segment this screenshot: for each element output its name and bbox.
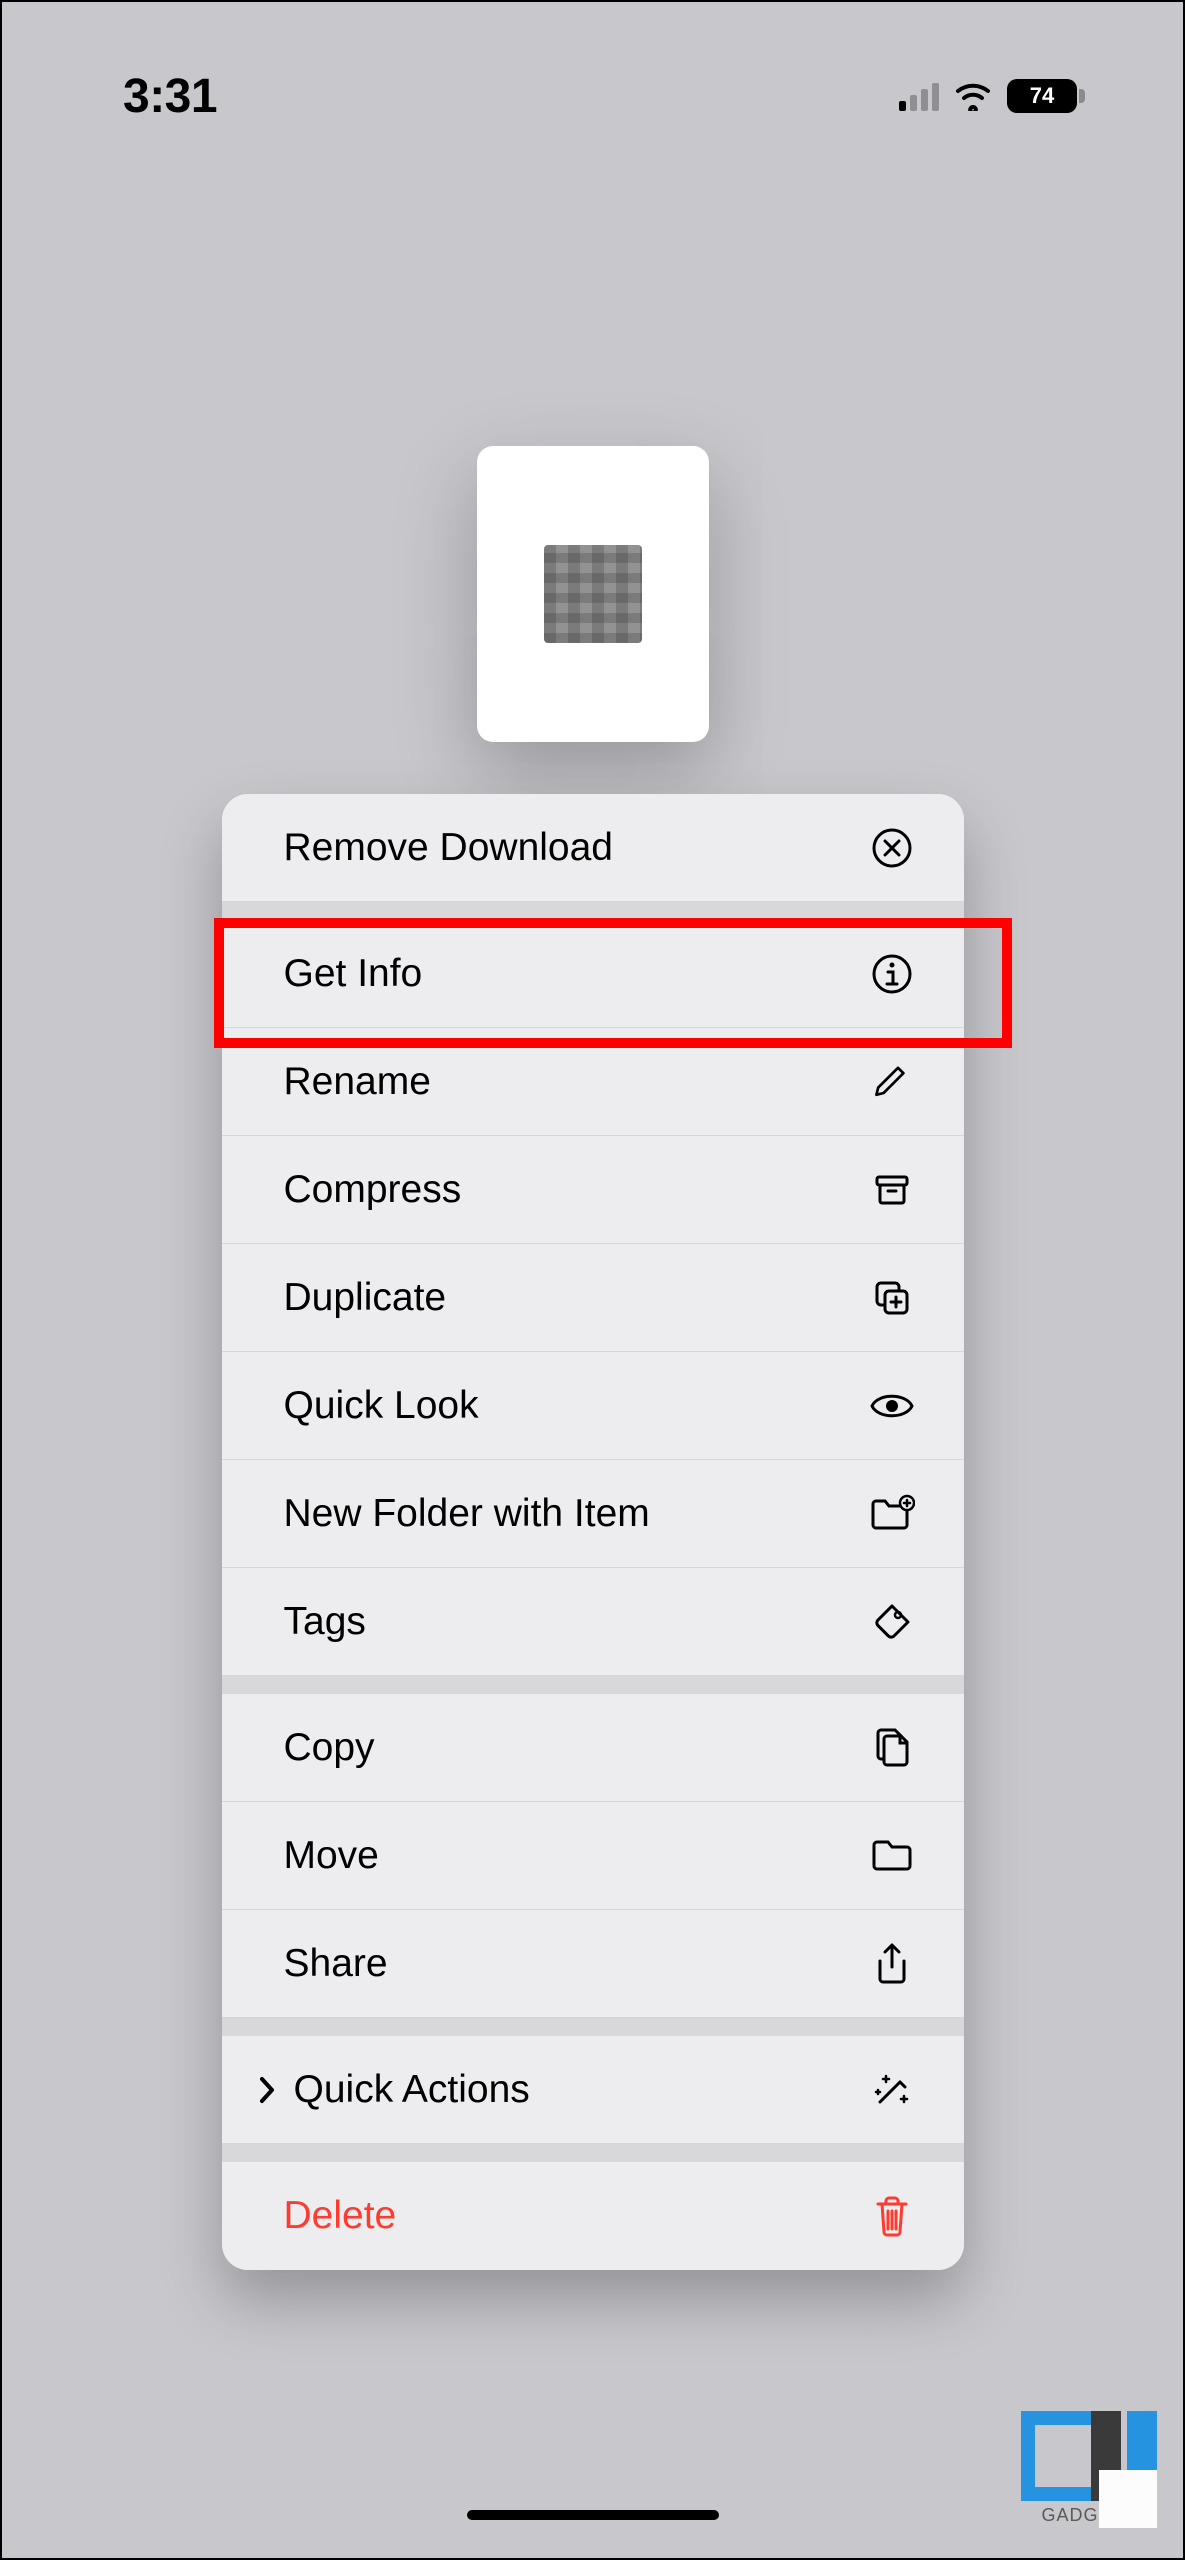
watermark: GADGETS (1021, 2411, 1157, 2526)
menu-label: Copy (284, 1726, 868, 1770)
menu-copy[interactable]: Copy (222, 1694, 964, 1802)
menu-label: Quick Actions (294, 2068, 868, 2112)
copy-doc-icon (868, 1724, 916, 1772)
menu-label: Duplicate (284, 1276, 868, 1320)
file-thumbnail (544, 545, 642, 643)
menu-share[interactable]: Share (222, 1910, 964, 2018)
folder-plus-icon (868, 1490, 916, 1538)
info-circle-icon (868, 950, 916, 998)
pencil-icon (868, 1058, 916, 1106)
menu-quick-actions[interactable]: Quick Actions (222, 2036, 964, 2144)
duplicate-plus-icon (868, 1274, 916, 1322)
menu-separator (222, 902, 964, 920)
status-time: 3:31 (123, 69, 217, 124)
menu-label: Get Info (284, 952, 868, 996)
watermark-logo (1021, 2411, 1157, 2501)
share-icon (868, 1940, 916, 1988)
menu-label: Quick Look (284, 1384, 868, 1428)
menu-label: Tags (284, 1600, 868, 1644)
context-menu: Remove Download Get Info Rename Compress (222, 794, 964, 2270)
archivebox-icon (868, 1166, 916, 1214)
menu-new-folder[interactable]: New Folder with Item (222, 1460, 964, 1568)
menu-label: New Folder with Item (284, 1492, 868, 1536)
cellular-icon (899, 81, 939, 111)
eye-icon (868, 1382, 916, 1430)
menu-move[interactable]: Move (222, 1802, 964, 1910)
menu-label: Delete (284, 2194, 868, 2238)
battery-icon: 74 (1007, 79, 1077, 113)
menu-duplicate[interactable]: Duplicate (222, 1244, 964, 1352)
chevron-right-icon (252, 2075, 282, 2105)
menu-separator (222, 1676, 964, 1694)
magic-wand-icon (868, 2066, 916, 2114)
menu-delete[interactable]: Delete (222, 2162, 964, 2270)
trash-icon (868, 2192, 916, 2240)
home-indicator (467, 2510, 719, 2520)
menu-tags[interactable]: Tags (222, 1568, 964, 1676)
menu-label: Remove Download (284, 826, 868, 870)
status-bar: 3:31 74 (18, 56, 1167, 136)
menu-remove-download[interactable]: Remove Download (222, 794, 964, 902)
menu-label: Move (284, 1834, 868, 1878)
menu-label: Share (284, 1942, 868, 1986)
menu-label: Rename (284, 1060, 868, 1104)
menu-get-info[interactable]: Get Info (222, 920, 964, 1028)
menu-compress[interactable]: Compress (222, 1136, 964, 1244)
file-preview[interactable] (477, 446, 709, 742)
status-indicators: 74 (899, 79, 1077, 113)
tag-icon (868, 1598, 916, 1646)
menu-label: Compress (284, 1168, 868, 1212)
x-circle-icon (868, 824, 916, 872)
menu-rename[interactable]: Rename (222, 1028, 964, 1136)
battery-level: 74 (1030, 83, 1054, 109)
menu-separator (222, 2144, 964, 2162)
wifi-icon (953, 81, 993, 111)
menu-quick-look[interactable]: Quick Look (222, 1352, 964, 1460)
menu-separator (222, 2018, 964, 2036)
folder-icon (868, 1832, 916, 1880)
